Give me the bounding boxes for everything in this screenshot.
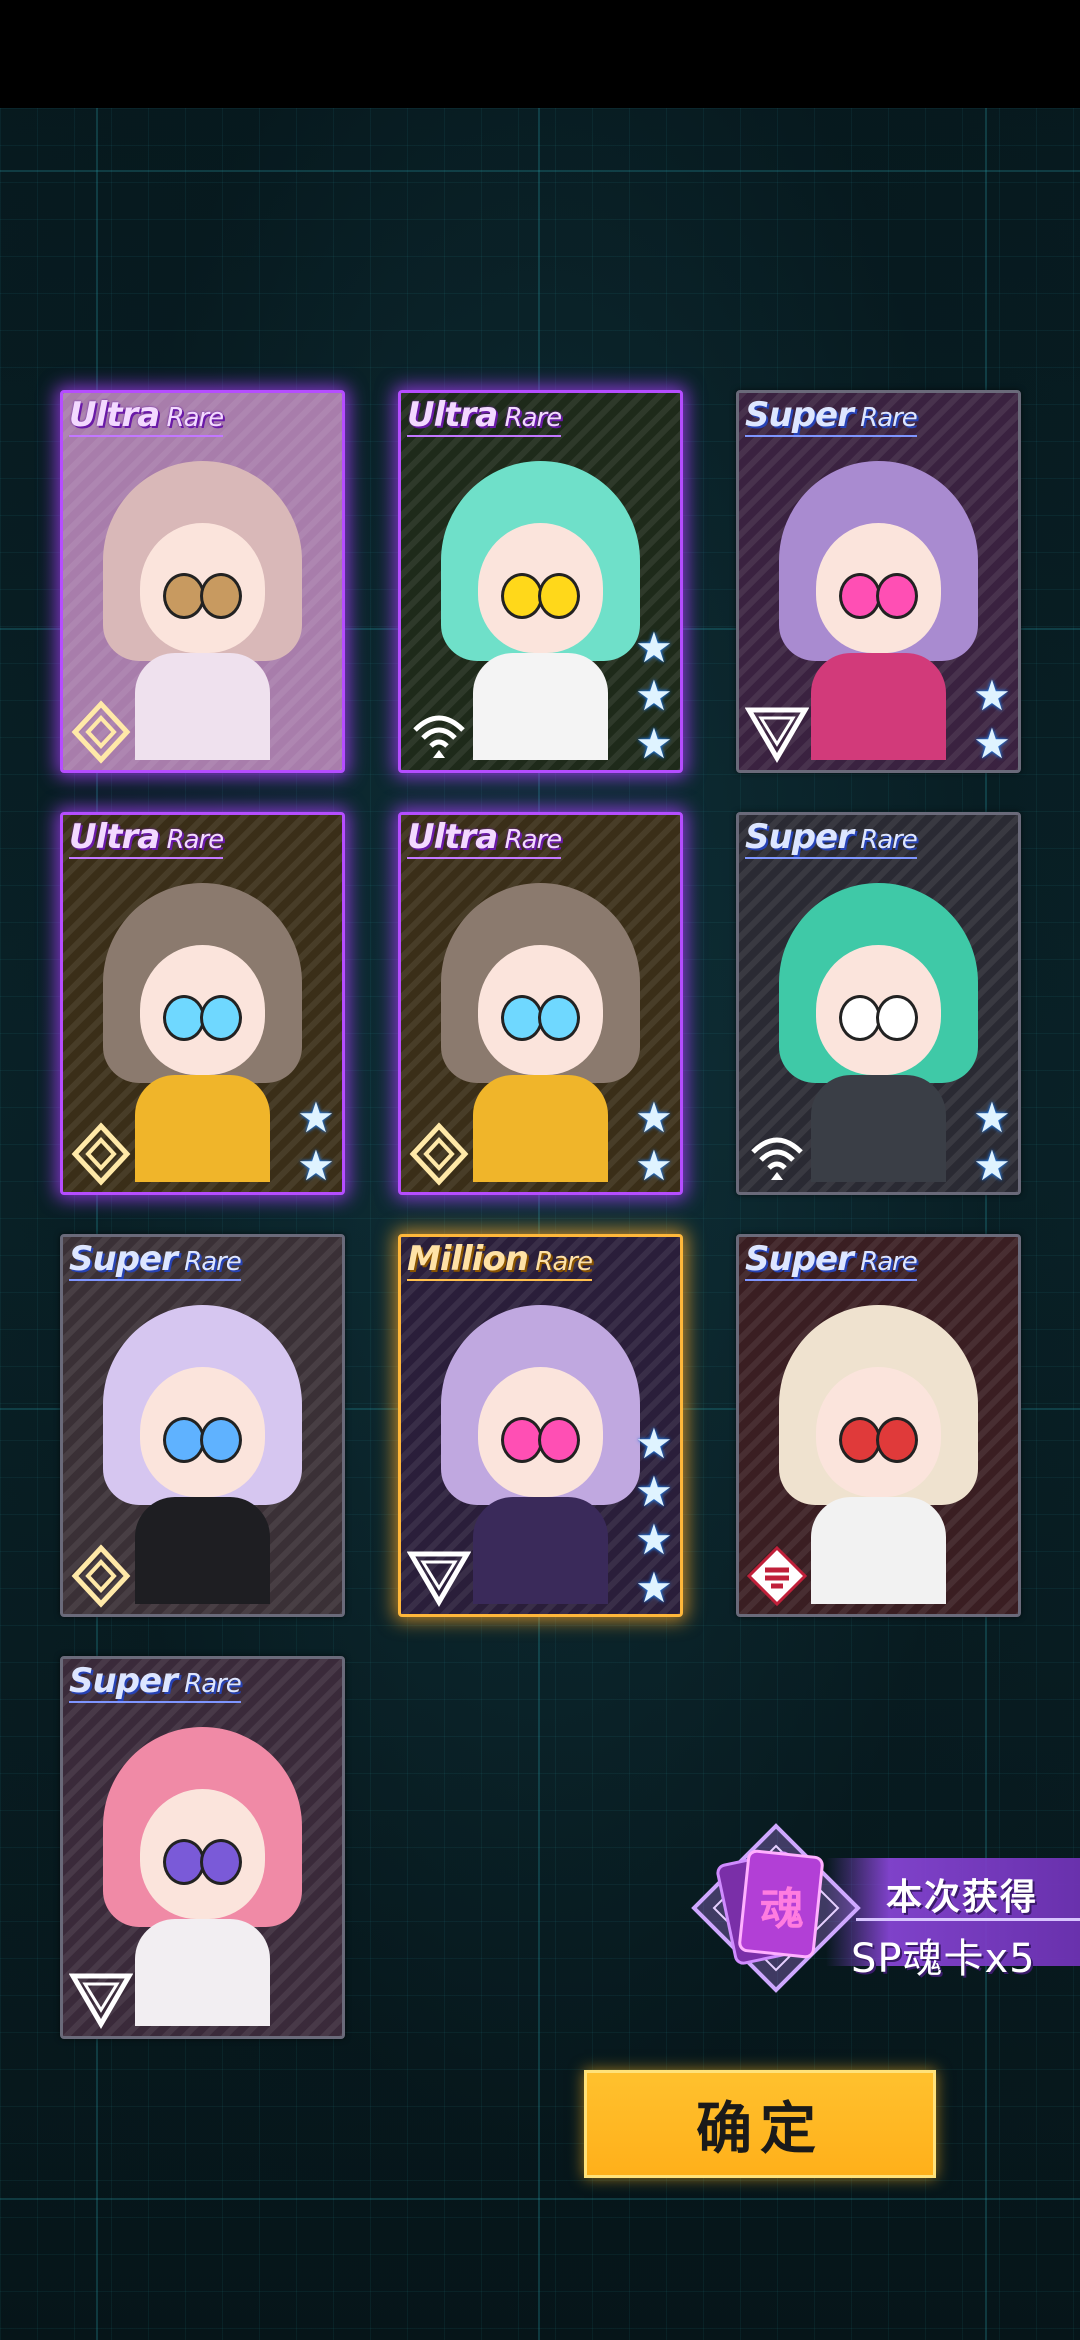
diamond-icon [67,698,135,766]
rarity-sub: Rare [159,825,224,855]
rarity-sub: Rare [852,1247,918,1277]
rarity-label: Ultra Rare [69,395,224,437]
star-icon: ★ [635,1093,673,1142]
grid-line [0,170,1080,172]
character-card[interactable]: Ultra Rare ★ ★ [398,812,683,1195]
rarity-main: Super [745,817,854,857]
rarity-sub: Rare [176,1247,242,1277]
diamond-icon [67,1120,135,1188]
reward-divider [856,1918,1080,1921]
star-rating: ★ ★ [970,1096,1014,1188]
grid-line [0,2198,1080,2200]
status-bar-area [0,0,1080,108]
rarity-main: Ultra [69,817,160,857]
character-card[interactable]: Ultra Rare [60,390,345,773]
rarity-main: Super [745,1239,854,1279]
rarity-label: Super Rare [745,1239,918,1281]
rarity-label: Super Rare [745,817,918,859]
character-card[interactable]: Ultra Rare ★ ★ ★ [398,390,683,773]
star-icon: ★ [635,1563,673,1612]
star-rating: ★ ★ [632,1096,676,1188]
rarity-label: Super Rare [745,395,918,437]
skull-icon [743,1542,811,1610]
soul-glyph: 魂 [760,1884,804,1935]
gacha-result-screen: Ultra Rare Ultra Rare ★ ★ ★ Super Rare ★ ★ Ultra… [0,108,1080,2340]
rarity-sub: Rare [159,403,224,433]
triangle-icon [405,1542,473,1610]
reward-title: 本次获得 [886,1877,1039,1918]
soul-card-icon: 魂 [691,1823,861,1993]
rarity-sub: Rare [497,403,562,433]
rarity-label: Super Rare [69,1661,242,1703]
rarity-main: Ultra [69,395,160,435]
rarity-main: Super [745,395,854,435]
star-icon: ★ [973,671,1011,720]
star-icon: ★ [635,1419,673,1468]
rarity-label: Ultra Rare [407,395,562,437]
star-icon: ★ [635,1515,673,1564]
rarity-main: Super [69,1661,178,1701]
star-icon: ★ [635,671,673,720]
star-icon: ★ [635,623,673,672]
star-rating: ★ ★ [970,674,1014,766]
character-card[interactable]: Super Rare [60,1656,345,2039]
star-icon: ★ [973,1093,1011,1142]
reward-value: SP魂卡x5 [851,1936,1036,1982]
character-card[interactable]: Super Rare ★ ★ [736,812,1021,1195]
reward-panel: 魂 本次获得 SP魂卡x5 [676,1808,1080,2008]
rarity-main: Ultra [407,817,498,857]
star-icon: ★ [635,1467,673,1516]
character-card[interactable]: Ultra Rare ★ ★ [60,812,345,1195]
rarity-label: Super Rare [69,1239,242,1281]
signal-icon [743,1120,811,1188]
star-rating: ★ ★ ★ ★ [632,1422,676,1610]
character-card[interactable]: Super Rare [60,1234,345,1617]
rarity-main: Super [69,1239,178,1279]
star-icon: ★ [635,1141,673,1190]
rarity-sub: Rare [497,825,562,855]
confirm-button[interactable]: 确定 [584,2070,936,2178]
diamond-icon [67,1542,135,1610]
rarity-label: Ultra Rare [69,817,224,859]
star-icon: ★ [973,1141,1011,1190]
star-icon: ★ [297,1141,335,1190]
diamond-icon [405,1120,473,1188]
star-icon: ★ [973,719,1011,768]
rarity-label: Ultra Rare [407,817,562,859]
star-rating: ★ ★ [294,1096,338,1188]
character-card[interactable]: Million Rare ★ ★ ★ ★ [398,1234,683,1617]
rarity-sub: Rare [528,1247,593,1277]
rarity-sub: Rare [852,403,918,433]
character-card[interactable]: Super Rare ★ ★ [736,390,1021,773]
signal-icon [405,698,473,766]
triangle-icon [67,1964,135,2032]
star-icon: ★ [635,719,673,768]
rarity-main: Million [407,1239,529,1279]
rarity-main: Ultra [407,395,498,435]
rarity-sub: Rare [176,1669,242,1699]
character-card[interactable]: Super Rare [736,1234,1021,1617]
rarity-sub: Rare [852,825,918,855]
star-icon: ★ [297,1093,335,1142]
triangle-icon [743,698,811,766]
rarity-label: Million Rare [407,1239,593,1281]
star-rating: ★ ★ ★ [632,626,676,766]
